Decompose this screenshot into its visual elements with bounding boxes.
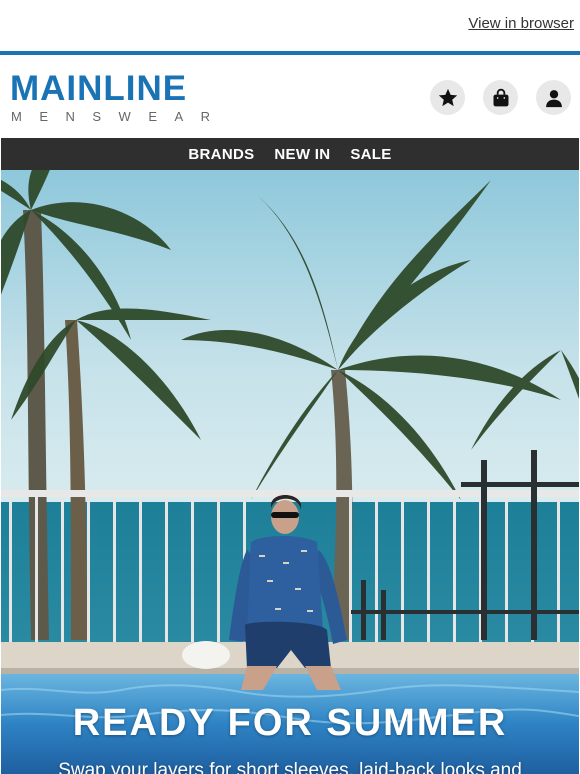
hero-image: [1, 170, 579, 774]
mainline-logo[interactable]: MAINLINE MENSWEAR: [10, 71, 228, 124]
header: MAINLINE MENSWEAR: [0, 55, 580, 138]
nav-brands[interactable]: BRANDS: [188, 146, 254, 163]
hero-banner[interactable]: READY FOR SUMMER Swap your layers for sh…: [1, 170, 579, 774]
shopping-bag-icon: [493, 88, 508, 106]
hero-title: READY FOR SUMMER: [72, 702, 508, 744]
logo-wordmark: MAINLINE: [10, 69, 188, 108]
wishlist-button[interactable]: [430, 80, 465, 115]
nav-sale[interactable]: SALE: [350, 146, 391, 163]
account-button[interactable]: [536, 80, 571, 115]
user-icon: [545, 89, 562, 107]
header-icons: [430, 80, 571, 115]
view-in-browser-link[interactable]: View in browser: [468, 15, 574, 32]
logo-tagline: MENSWEAR: [11, 109, 228, 124]
star-icon: [438, 88, 457, 106]
bag-button[interactable]: [483, 80, 518, 115]
preheader: View in browser: [0, 0, 580, 51]
nav-new-in[interactable]: NEW IN: [274, 146, 330, 163]
main-nav: BRANDS NEW IN SALE: [1, 138, 579, 170]
hero-text: Swap your layers for short sleeves, laid…: [58, 760, 522, 774]
